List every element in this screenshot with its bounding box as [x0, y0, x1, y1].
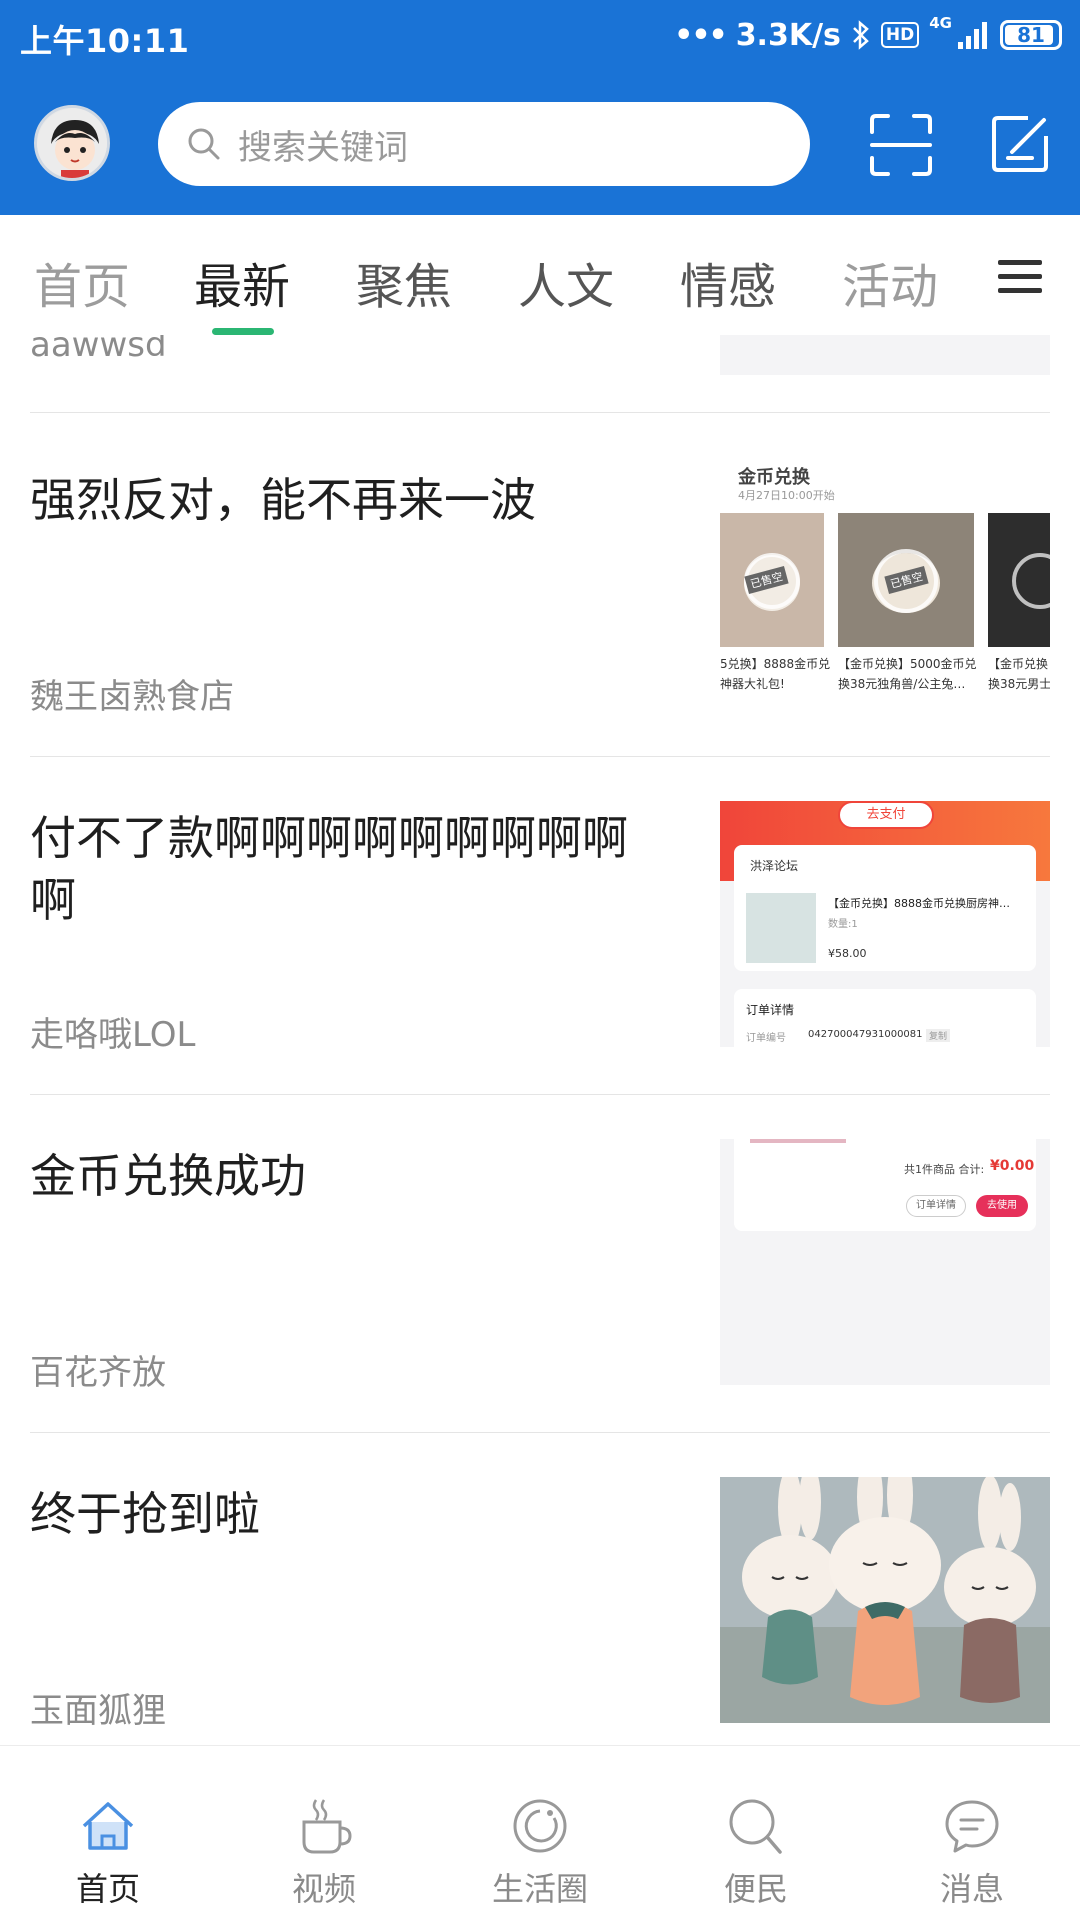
edit-icon[interactable] [990, 114, 1050, 174]
scan-icon[interactable] [868, 112, 934, 178]
list-item[interactable]: 付不了款啊啊啊啊啊啊啊啊啊啊 走咯哦LOL 去支付 洪泽论坛 【金币兑换】888… [30, 757, 1050, 1095]
post-thumbnail: 去支付 洪泽论坛 【金币兑换】8888金币兑换厨房神… 数量:1 ¥58.00 … [720, 801, 1050, 1047]
forum-name: 洪泽论坛 [750, 859, 799, 873]
thumb-caption: 神器大礼包! [720, 677, 785, 691]
circle-icon [513, 1799, 567, 1853]
post-author: 玉面狐狸 [30, 1691, 166, 1731]
nav-label: 便民 [723, 1870, 788, 1908]
nav-messages[interactable]: 消息 [864, 1746, 1080, 1920]
bluetooth-icon [853, 20, 869, 50]
list-item[interactable]: 金币兑换成功 百花齐放 共1件商品 合计: ¥0.00 订单详情 去使用 [30, 1095, 1050, 1433]
nav-video[interactable]: 视频 [216, 1746, 432, 1920]
use-button: 去使用 [976, 1195, 1028, 1217]
post-title: 金币兑换成功 [30, 1149, 306, 1203]
battery-level: 81 [1017, 23, 1045, 47]
app-root: 上午10:11 ••• 3.3K/s HD 4G 81 搜索关键词 首页 最新 … [0, 0, 1080, 1920]
thumb-caption: 【金币兑换】5000金币兑 [838, 657, 977, 671]
post-author: aawwsd [30, 335, 167, 365]
status-indicators: ••• 3.3K/s HD 4G 81 [674, 14, 1062, 56]
thumb-caption: 换38元男士 [988, 677, 1050, 691]
list-item[interactable]: 终于抢到啦 玉面狐狸 [30, 1433, 1050, 1740]
feed-list: aawwsd 强烈反对，能不再来一波 魏王卤熟食店 金币兑换 4月27日10:0… [0, 335, 1080, 1740]
category-tabs: 首页 最新 聚焦 人文 情感 活动 [0, 215, 1080, 335]
order-total: ¥0.00 [990, 1158, 1035, 1174]
list-item[interactable]: 强烈反对，能不再来一波 魏王卤熟食店 金币兑换 4月27日10:00开始 已售空… [30, 419, 1050, 757]
order-product: 【金币兑换】8888金币兑换厨房神… [828, 897, 1010, 910]
post-author: 百花齐放 [30, 1353, 166, 1393]
post-thumbnail: 共1件商品 合计: ¥0.00 订单详情 去使用 [720, 1139, 1050, 1385]
thumb-heading: 金币兑换 [738, 467, 810, 488]
order-details-button: 订单详情 [906, 1195, 966, 1217]
post-thumbnail [720, 335, 1050, 375]
order-no-label: 订单编号 [746, 1033, 786, 1044]
top-header: 上午10:11 ••• 3.3K/s HD 4G 81 搜索关键词 [0, 0, 1080, 215]
cup-icon [302, 1799, 352, 1854]
tab-emotion[interactable]: 情感 [680, 247, 776, 317]
search-icon [729, 1799, 782, 1854]
user-avatar[interactable] [34, 105, 110, 181]
post-author: 走咯哦LOL [30, 1015, 196, 1055]
active-tab-indicator [212, 328, 274, 335]
more-dots-icon: ••• [674, 17, 728, 53]
nav-label: 视频 [291, 1870, 356, 1908]
post-thumbnail [720, 1477, 1050, 1723]
network-speed: 3.3K/s [735, 17, 841, 53]
thumb-caption: 【金币兑换 [988, 657, 1049, 671]
tab-home[interactable]: 首页 [34, 247, 130, 317]
chat-icon [945, 1800, 999, 1853]
nav-label: 首页 [75, 1870, 140, 1908]
status-time: 上午10:11 [20, 22, 190, 60]
tab-culture[interactable]: 人文 [518, 247, 614, 317]
order-summary: 共1件商品 合计: [904, 1163, 985, 1176]
post-title: 终于抢到啦 [30, 1487, 260, 1541]
thumb-caption: 5兑换】8888金币兑 [720, 657, 831, 671]
menu-icon[interactable] [996, 256, 1044, 298]
battery-icon: 81 [1000, 20, 1062, 50]
nav-home[interactable]: 首页 [0, 1746, 216, 1920]
nav-label: 消息 [939, 1870, 1004, 1908]
order-qty: 数量:1 [828, 919, 858, 930]
nav-life-circle[interactable]: 生活圈 [432, 1746, 648, 1920]
order-no: 042700047931000081 [808, 1029, 923, 1040]
signal-label: 4G [929, 14, 952, 32]
home-icon [82, 1802, 134, 1850]
post-title: 付不了款啊啊啊啊啊啊啊啊啊啊 [30, 811, 628, 927]
pay-button: 去支付 [838, 801, 934, 829]
tab-latest[interactable]: 最新 [194, 247, 290, 317]
nav-convenience[interactable]: 便民 [648, 1746, 864, 1920]
nav-label: 生活圈 [491, 1870, 588, 1908]
copy-label: 复制 [926, 1029, 951, 1042]
order-price: ¥58.00 [828, 947, 867, 960]
tab-activity[interactable]: 活动 [842, 247, 938, 317]
thumb-date: 4月27日10:00开始 [738, 489, 835, 502]
status-bar: 上午10:11 ••• 3.3K/s HD 4G 81 [0, 0, 1080, 72]
thumb-caption: 换38元独角兽/公主兔… [838, 677, 966, 691]
search-input[interactable]: 搜索关键词 [158, 102, 810, 186]
post-thumbnail: 金币兑换 4月27日10:00开始 已售空 已售空 5兑换】8888金币兑 【金… [720, 463, 1050, 709]
search-icon [188, 128, 220, 160]
plush-bunnies-photo [720, 1477, 1050, 1723]
search-placeholder: 搜索关键词 [238, 127, 408, 168]
post-author: 魏王卤熟食店 [30, 677, 234, 717]
signal-icon [958, 22, 987, 49]
hd-badge: HD [880, 22, 920, 48]
list-item[interactable]: aawwsd [30, 335, 1050, 413]
bottom-nav: 首页 视频 生活圈 便民 消息 [0, 1745, 1080, 1920]
tab-focus[interactable]: 聚焦 [356, 247, 452, 317]
order-details-label: 订单详情 [746, 1003, 795, 1017]
post-title: 强烈反对，能不再来一波 [30, 473, 536, 527]
